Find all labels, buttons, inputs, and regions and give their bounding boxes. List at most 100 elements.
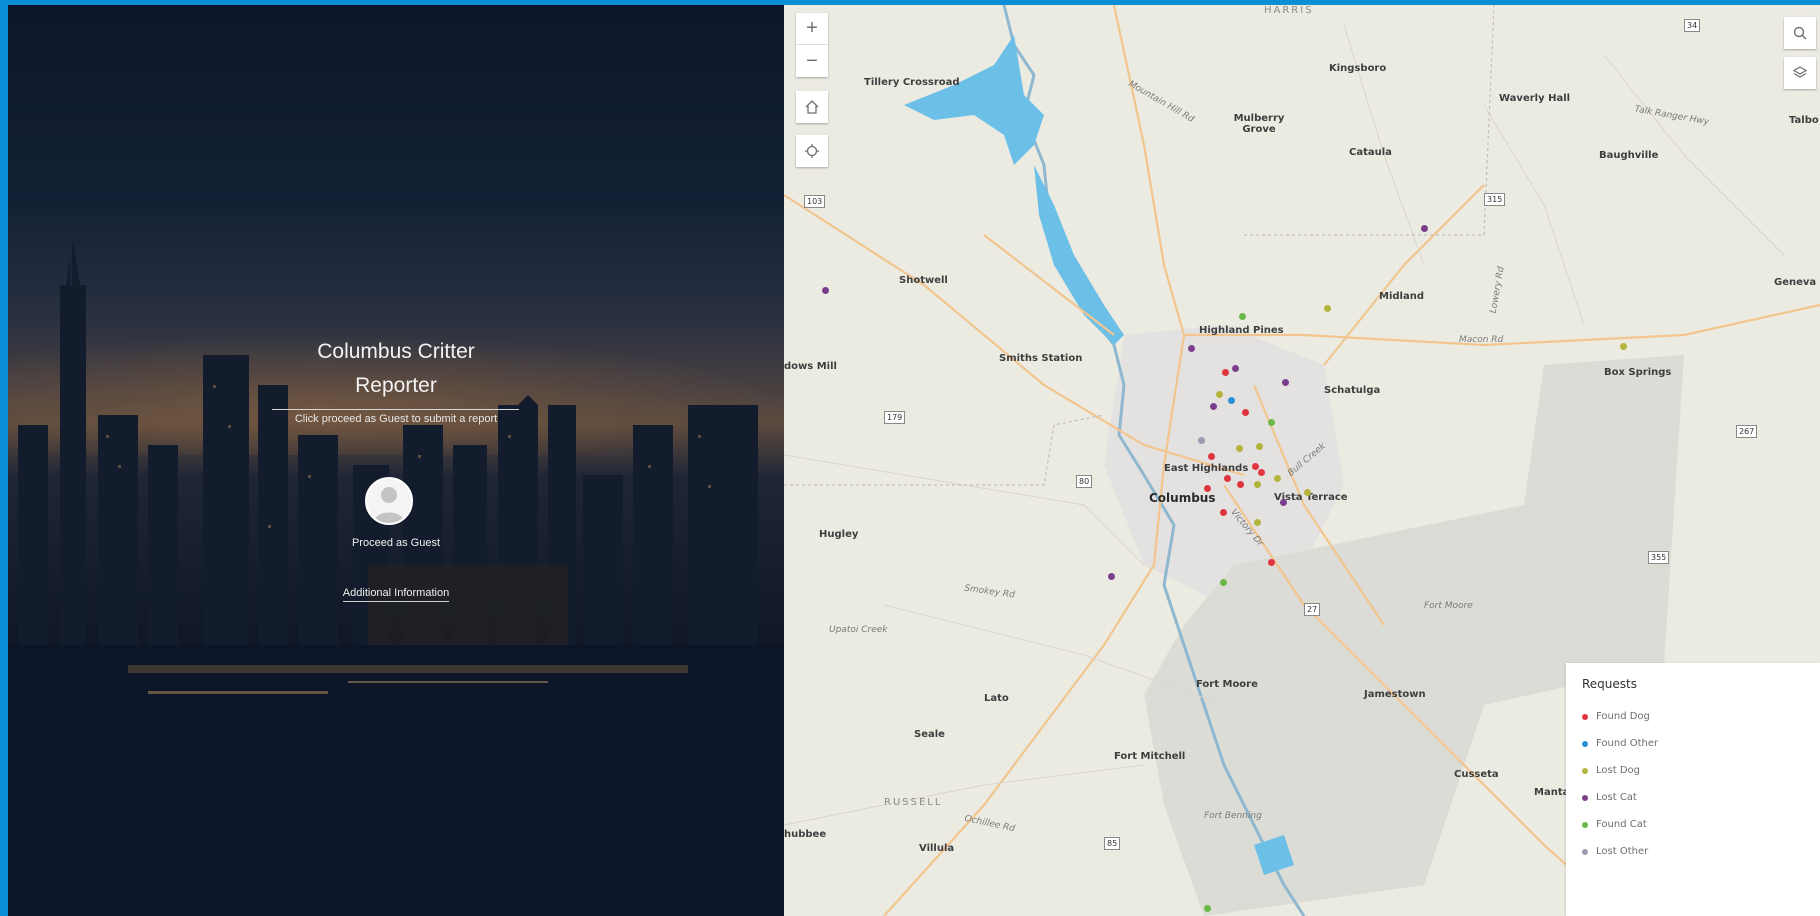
route-shield: 34 [1684,19,1701,32]
map-point-found-other[interactable] [1228,397,1235,404]
title-divider [272,409,519,410]
place-label-text: Tillery Crossroad [864,77,960,88]
layers-icon [1792,66,1808,78]
legend-item: Found Cat [1582,811,1804,838]
additional-information-link[interactable]: Additional Information [8,587,784,602]
map-point-lost-dog[interactable] [1254,519,1261,526]
layers-button[interactable] [1784,57,1816,89]
map-point-lost-cat[interactable] [1421,225,1428,232]
login-subtitle: Click proceed as Guest to submit a repor… [294,413,498,425]
place-label: dows Mill [784,361,837,372]
legend-label: Lost Dog [1596,765,1640,776]
map-point-found-dog[interactable] [1258,469,1265,476]
legend-label: Lost Other [1596,846,1649,857]
place-label: RUSSELL [884,797,943,808]
app-title-line2: Reporter [355,374,437,397]
road-label: Macon Rd [1459,335,1504,345]
place-label: Talbo [1789,115,1819,126]
search-button[interactable] [1784,17,1816,49]
road-label: Fort Moore [1424,601,1473,611]
place-label: Fort Mitchell [1114,751,1186,762]
map-point-lost-cat[interactable] [822,287,829,294]
route-shield: 315 [1484,193,1506,206]
zoom-control: + − [796,13,828,77]
place-label: Jamestown [1364,689,1426,700]
map-point-lost-cat[interactable] [1280,499,1287,506]
search-icon [1793,26,1807,40]
place-label: Fort Moore [1196,679,1258,690]
place-label: Villula [919,843,955,854]
place-label: Midland [1379,291,1424,302]
place-label: Cusseta [1454,769,1499,780]
legend-dot-icon [1582,713,1588,720]
place-label: Seale [914,729,945,740]
map-point-found-cat[interactable] [1220,579,1227,586]
route-shield: 355 [1648,551,1670,564]
zoom-out-button[interactable]: − [796,45,828,77]
map-point-found-dog[interactable] [1204,485,1211,492]
map-point-found-dog[interactable] [1252,463,1259,470]
place-label: Geneva [1774,277,1817,288]
map-view[interactable]: HARRIS Tillery Crossroad Kingsboro Waver… [784,5,1820,916]
map-point-lost-cat[interactable] [1188,345,1195,352]
legend-item: Lost Other [1582,838,1804,865]
legend-item: Found Dog [1582,703,1804,730]
map-point-found-cat[interactable] [1268,419,1275,426]
legend-label: Found Dog [1596,711,1650,722]
place-label: Columbus [1149,491,1216,505]
legend-dot-icon [1582,767,1588,774]
map-point-found-dog[interactable] [1268,559,1275,566]
place-label: Waverly Hall [1499,93,1571,104]
map-point-found-cat[interactable] [1204,905,1211,912]
map-point-lost-dog[interactable] [1256,443,1263,450]
zoom-in-button[interactable]: + [796,13,828,45]
route-shield: 103 [804,195,826,208]
map-point-found-dog[interactable] [1224,475,1231,482]
home-button[interactable] [796,91,828,123]
legend-dot-icon [1582,848,1588,855]
place-label: Shotwell [899,275,948,286]
legend-title: Requests [1582,677,1637,691]
app-title-line1: Columbus Critter [317,340,475,363]
legend-items: Found Dog Found Other Lost Dog Lost Cat … [1582,703,1804,865]
map-point-found-dog[interactable] [1242,409,1249,416]
place-label: Baughville [1599,150,1659,161]
map-point-found-cat[interactable] [1239,313,1246,320]
map-point-found-dog[interactable] [1222,369,1229,376]
place-label: Schatulga [1324,385,1381,396]
locate-button[interactable] [796,135,828,167]
place-label: Tillery Crossroad [864,77,960,88]
map-point-lost-other[interactable] [1198,437,1205,444]
legend-label: Lost Cat [1596,792,1637,803]
map-point-lost-dog[interactable] [1324,305,1331,312]
map-point-lost-cat[interactable] [1210,403,1217,410]
place-label: Kingsboro [1329,63,1387,74]
map-point-lost-dog[interactable] [1216,391,1223,398]
proceed-as-guest-button[interactable] [365,477,413,525]
splash-panel: Columbus Critter Reporter Click proceed … [8,5,784,916]
legend-panel: Requests Found Dog Found Other Lost Dog … [1566,663,1820,916]
route-shield: 80 [1076,475,1093,488]
additional-information-text[interactable]: Additional Information [342,587,450,602]
map-point-lost-dog[interactable] [1620,343,1627,350]
legend-item: Lost Cat [1582,784,1804,811]
legend-dot-icon [1582,740,1588,747]
place-label: Fort Benning [1204,811,1262,821]
locate-icon [805,144,819,158]
legend-item: Found Other [1582,730,1804,757]
route-shield: 27 [1304,603,1321,616]
map-point-found-dog[interactable] [1237,481,1244,488]
map-point-lost-dog[interactable] [1304,489,1311,496]
map-point-lost-dog[interactable] [1274,475,1281,482]
map-point-found-dog[interactable] [1220,509,1227,516]
map-point-lost-cat[interactable] [1108,573,1115,580]
map-point-lost-cat[interactable] [1232,365,1239,372]
proceed-as-guest-label[interactable]: Proceed as Guest [8,537,784,549]
map-point-lost-dog[interactable] [1254,481,1261,488]
place-label: hubbee [784,829,827,840]
legend-label: Found Other [1596,738,1659,749]
map-point-lost-dog[interactable] [1236,445,1243,452]
map-point-found-dog[interactable] [1208,453,1215,460]
map-point-lost-cat[interactable] [1282,379,1289,386]
place-label: Lato [984,693,1009,704]
